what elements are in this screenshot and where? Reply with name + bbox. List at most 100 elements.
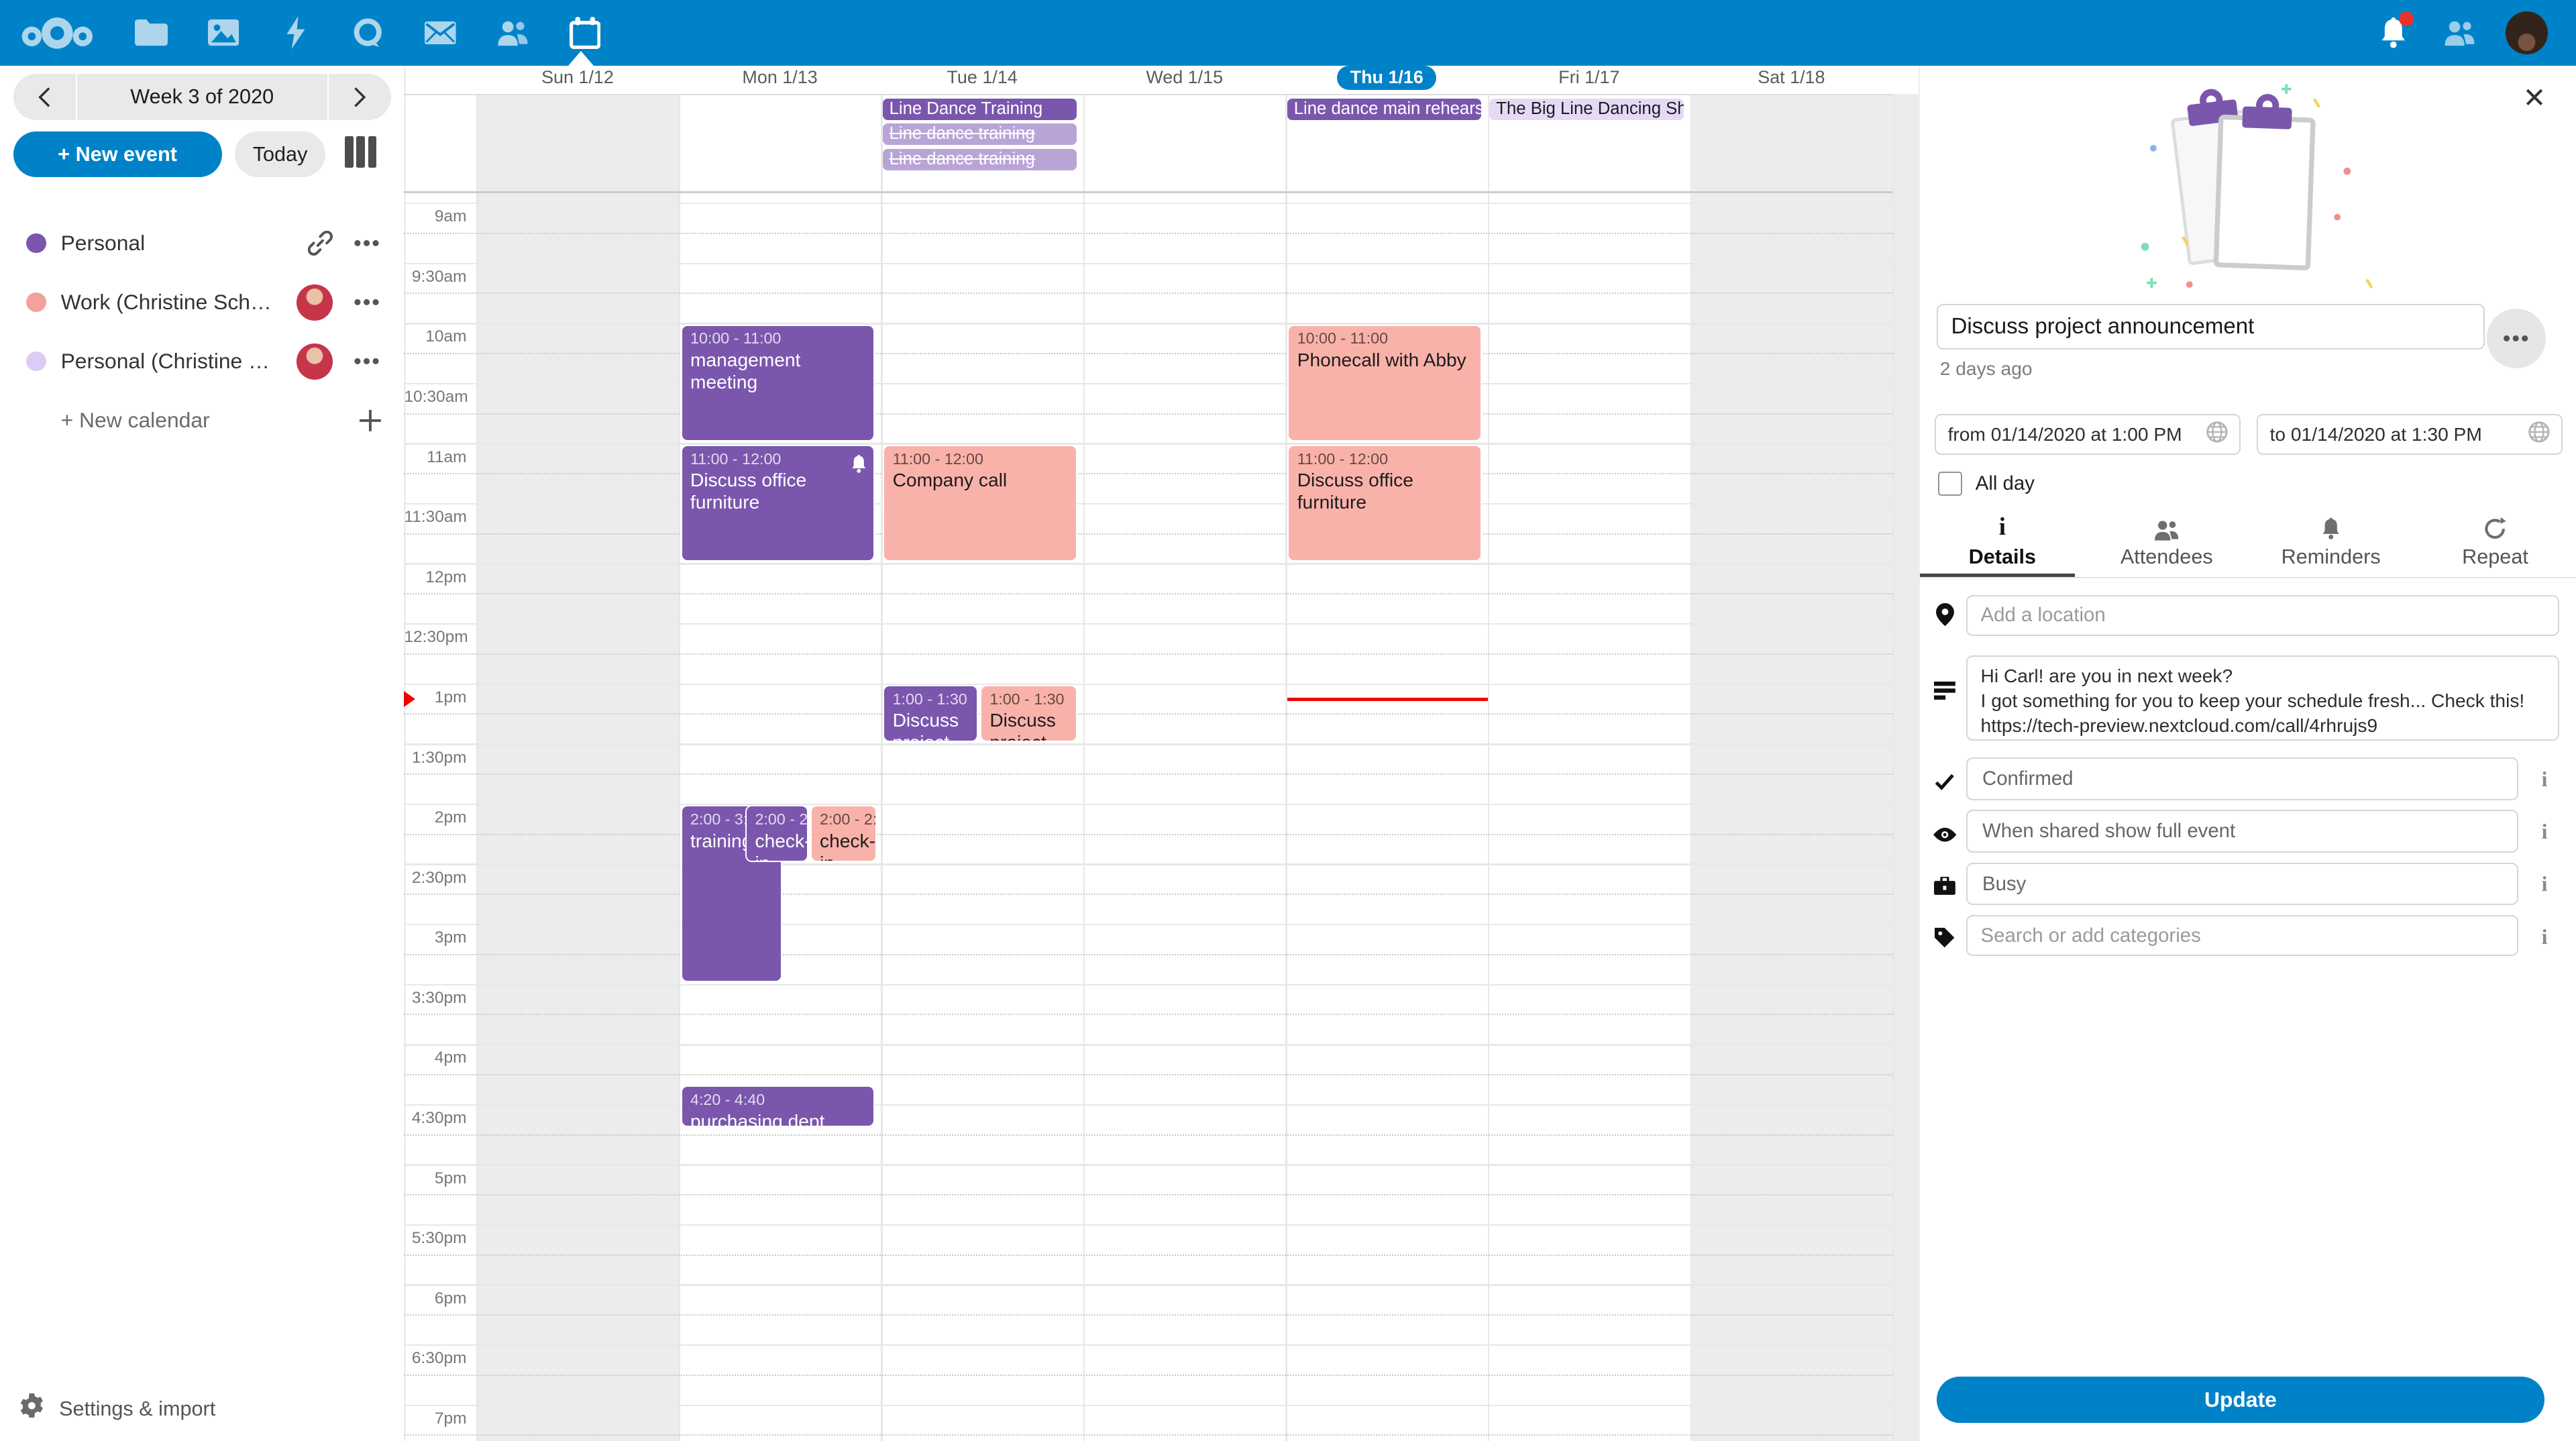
timed-event[interactable]: 1:00 - 1:30Discuss project — [980, 685, 1077, 742]
event-time-label: 10:00 - 11:00 — [1297, 329, 1474, 348]
event-actions-menu-icon[interactable]: ••• — [2487, 309, 2546, 368]
quarter-gridline — [404, 1255, 1892, 1256]
allday-event[interactable]: Line dance training — [883, 123, 1077, 145]
start-datetime-field[interactable]: from 01/14/2020 at 1:00 PM — [1935, 414, 2241, 455]
timezone-globe-icon[interactable] — [2528, 421, 2550, 447]
end-datetime-value: to 01/14/2020 at 1:30 PM — [2270, 424, 2482, 445]
timed-event[interactable]: 11:00 - 12:00Discuss office furniture — [1287, 445, 1482, 562]
week-navigation: Week 3 of 2020 — [13, 74, 391, 120]
all-day-checkbox[interactable] — [1938, 472, 1962, 496]
tab-reminders[interactable]: Reminders — [2249, 513, 2413, 577]
timed-event[interactable]: 11:00 - 12:00Company call — [883, 445, 1077, 562]
categories-input[interactable] — [1966, 915, 2518, 956]
allday-event[interactable]: The Big Line Dancing Show — [1489, 99, 1683, 120]
time-axis-label: 10am — [404, 327, 466, 346]
tab-label: Details — [1969, 545, 2036, 569]
calendar-app-icon[interactable] — [565, 13, 604, 53]
allday-event[interactable]: Line dance main rehearsal — [1287, 99, 1481, 120]
day-header[interactable]: Thu 1/16 — [1285, 67, 1488, 93]
timed-event[interactable]: 2:00 - 2:30check-in — [745, 805, 808, 862]
event-time-label: 2:00 - 2:30 — [820, 810, 869, 829]
info-icon[interactable]: i — [2534, 820, 2554, 844]
time-axis-label: 11am — [404, 448, 466, 467]
week-label[interactable]: Week 3 of 2020 — [76, 74, 329, 120]
calendar-menu-icon[interactable]: ••• — [354, 349, 381, 374]
settings-import[interactable]: Settings & import — [19, 1393, 215, 1425]
quarter-gridline — [404, 1314, 1892, 1316]
calendar-menu-icon[interactable]: ••• — [354, 231, 381, 256]
plus-icon[interactable] — [360, 410, 381, 431]
new-calendar-item[interactable]: + New calendar — [0, 396, 404, 445]
day-header[interactable]: Mon 1/13 — [679, 67, 881, 93]
activity-app-icon[interactable] — [276, 13, 315, 53]
info-icon[interactable]: i — [2534, 872, 2554, 896]
quarter-gridline — [404, 773, 1892, 775]
new-event-button[interactable]: + New event — [13, 131, 222, 178]
mail-app-icon[interactable] — [421, 13, 460, 53]
freebusy-select[interactable]: Busy — [1966, 863, 2518, 906]
day-header[interactable]: Tue 1/14 — [881, 67, 1083, 93]
photos-app-icon[interactable] — [204, 13, 244, 53]
update-button[interactable]: Update — [1937, 1377, 2544, 1423]
time-axis-label: 9am — [404, 207, 466, 226]
info-icon[interactable]: i — [2534, 925, 2554, 949]
timed-event[interactable]: 4:20 - 4:40purchasing dept — [681, 1085, 875, 1126]
location-input[interactable] — [1966, 595, 2559, 636]
visibility-value: When shared show full event — [1982, 820, 2235, 843]
contacts-app-icon[interactable] — [493, 13, 533, 53]
visibility-select[interactable]: When shared show full event — [1966, 810, 2518, 853]
tab-divider — [1920, 577, 2576, 578]
end-datetime-field[interactable]: to 01/14/2020 at 1:30 PM — [2257, 414, 2563, 455]
timezone-globe-icon[interactable] — [2206, 421, 2228, 447]
day-header[interactable]: Sat 1/18 — [1690, 67, 1893, 93]
allday-event[interactable]: Line dance training — [883, 149, 1077, 170]
share-link-icon[interactable] — [308, 231, 333, 256]
calendar-menu-icon[interactable]: ••• — [354, 290, 381, 315]
hour-gridline — [404, 203, 1892, 204]
hour-gridline — [404, 1164, 1892, 1165]
time-axis-label: 9:30am — [404, 268, 466, 286]
close-icon[interactable]: ✕ — [2513, 82, 2556, 113]
next-week-button[interactable] — [329, 74, 391, 120]
timed-event[interactable]: 2:00 - 2:30check-in — [810, 805, 877, 862]
notifications-bell-icon[interactable] — [2372, 11, 2415, 54]
today-header-pill: Thu 1/16 — [1337, 66, 1436, 90]
calendar-list-item[interactable]: Personal••• — [0, 219, 404, 268]
hour-gridline — [404, 984, 1892, 985]
description-textarea[interactable]: Hi Carl! are you in next week? I got som… — [1966, 655, 2559, 741]
event-time-label: 1:00 - 1:30 — [989, 690, 1069, 709]
quarter-gridline — [404, 653, 1892, 655]
attendees-icon — [2153, 516, 2180, 541]
hour-gridline — [404, 863, 1892, 865]
timed-event[interactable]: 10:00 - 11:00Phonecall with Abby — [1287, 325, 1482, 441]
nextcloud-logo-icon[interactable] — [19, 13, 95, 53]
day-header[interactable]: Sun 1/12 — [476, 67, 679, 93]
today-button[interactable]: Today — [235, 131, 325, 178]
contacts-menu-icon[interactable] — [2438, 11, 2481, 54]
status-select[interactable]: Confirmed — [1966, 757, 2518, 800]
all-day-toggle[interactable]: All day — [1938, 472, 2035, 496]
tab-attendees[interactable]: Attendees — [2084, 513, 2249, 577]
view-mode-icon[interactable] — [345, 136, 381, 172]
timed-event[interactable]: 10:00 - 11:00management meeting — [681, 325, 875, 441]
timed-event[interactable]: 1:00 - 1:30Discuss project announcement — [883, 685, 978, 742]
calendar-list-item[interactable]: Work (Christine Schott)••• — [0, 278, 404, 327]
event-title-input[interactable] — [1937, 304, 2485, 350]
day-header[interactable]: Fri 1/17 — [1488, 67, 1690, 93]
tab-repeat[interactable]: Repeat — [2413, 513, 2576, 577]
user-avatar[interactable] — [2506, 11, 2548, 54]
calendar-list-item[interactable]: Personal (Christine Scho…••• — [0, 337, 404, 386]
day-header[interactable]: Wed 1/15 — [1083, 67, 1286, 93]
event-time-label: 1:00 - 1:30 — [893, 690, 971, 709]
files-app-icon[interactable] — [131, 13, 171, 53]
info-icon[interactable]: i — [2534, 767, 2554, 792]
previous-week-button[interactable] — [13, 74, 76, 120]
description-icon — [1933, 677, 1956, 706]
talk-app-icon[interactable] — [348, 13, 388, 53]
top-navigation-bar — [0, 0, 2576, 66]
timed-event[interactable]: 11:00 - 12:00Discuss office furniture — [681, 445, 875, 562]
allday-event[interactable]: Line Dance Training — [883, 99, 1077, 120]
quarter-gridline — [404, 593, 1892, 594]
tab-details[interactable]: i Details — [1920, 513, 2084, 577]
time-axis-label: 3:30pm — [404, 989, 466, 1008]
